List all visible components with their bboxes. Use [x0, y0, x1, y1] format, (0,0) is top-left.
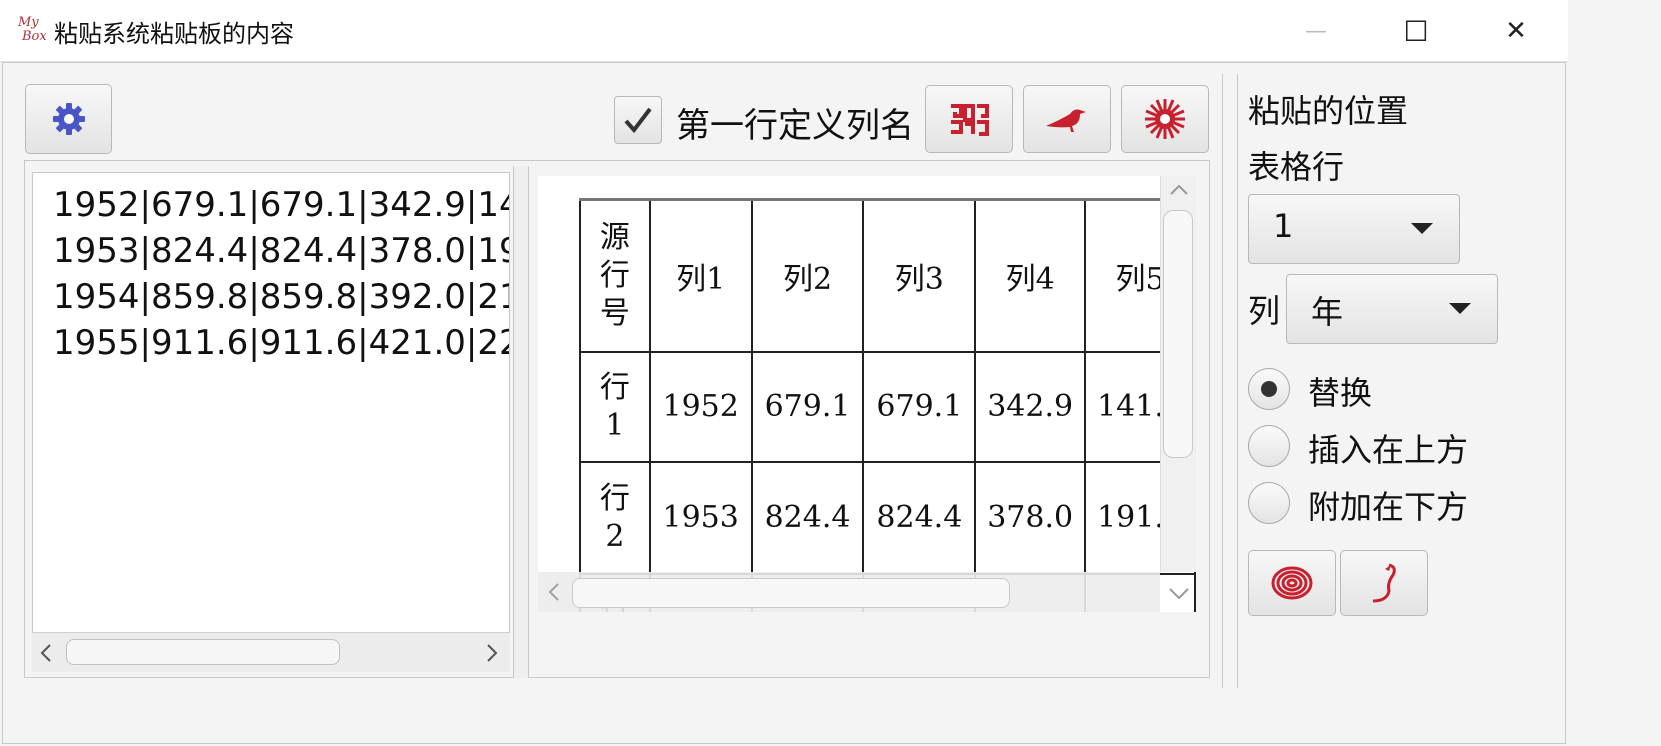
- pattern-icon: [951, 104, 989, 136]
- swirl-icon: [1271, 566, 1313, 600]
- corner-header: 源行号: [579, 198, 651, 353]
- table-cell: 679.1: [750, 350, 865, 463]
- first-row-header-label: 第一行定义列名: [676, 106, 914, 146]
- ok-button[interactable]: [1248, 550, 1336, 616]
- table-header-row: 源行号 列1 列2 列3 列4 列5: [579, 198, 1196, 353]
- radio-button[interactable]: [1248, 482, 1290, 524]
- radio-label: 替换: [1308, 374, 1373, 412]
- window-title: 粘贴系统粘贴板的内容: [54, 20, 294, 48]
- row-header: 行2: [579, 460, 651, 575]
- table-cell: 378.0: [974, 460, 1087, 575]
- preview-table: 源行号 列1 列2 列3 列4 列5 行1 1952 679.1 679.1 3…: [579, 198, 1196, 612]
- text-line: 1955|911.6|911.6|421.0|221.5: [53, 323, 509, 363]
- text-line: 1953|824.4|824.4|378.0|191.6: [53, 231, 509, 271]
- cancel-button[interactable]: [1340, 550, 1428, 616]
- table-cell: 342.9: [974, 350, 1087, 463]
- split-divider[interactable]: [513, 166, 529, 678]
- row-select[interactable]: 1: [1248, 194, 1460, 264]
- radio-button[interactable]: [1248, 368, 1290, 410]
- logo-text-bottom: Box: [22, 29, 47, 44]
- table-cell: 1952: [648, 350, 753, 463]
- minimize-icon: —: [1305, 18, 1327, 44]
- maximize-button[interactable]: ☐: [1386, 8, 1446, 54]
- table-cell: 1953: [648, 460, 753, 575]
- chevron-down-icon: [1449, 303, 1471, 314]
- table-cell: 824.4: [862, 460, 977, 575]
- radio-insert-above[interactable]: 插入在上方: [1248, 425, 1508, 471]
- vertical-scroll-thumb[interactable]: [1163, 210, 1193, 458]
- text-horizontal-scrollbar[interactable]: [32, 632, 510, 672]
- minimize-button[interactable]: —: [1286, 8, 1346, 54]
- radio-append-below[interactable]: 附加在下方: [1248, 482, 1508, 528]
- scroll-right-icon[interactable]: [484, 643, 500, 663]
- radio-label: 插入在上方: [1308, 431, 1469, 469]
- paste-position-heading: 粘贴的位置: [1248, 92, 1409, 130]
- column-header: 列2: [750, 198, 865, 353]
- table-row: 行2 1953 824.4 824.4 378.0 191.6: [579, 460, 1196, 575]
- chevron-down-icon: [1411, 223, 1433, 234]
- maximize-icon: ☐: [1403, 14, 1429, 48]
- radio-replace[interactable]: 替换: [1248, 368, 1508, 414]
- table-row-label: 表格行: [1248, 148, 1345, 186]
- close-icon: ✕: [1505, 16, 1527, 46]
- gear-icon: [52, 103, 85, 135]
- column-select[interactable]: 年: [1286, 274, 1498, 344]
- right-panel-divider[interactable]: [1222, 74, 1238, 688]
- flower-button[interactable]: [1121, 85, 1209, 153]
- scroll-thumb[interactable]: [66, 639, 340, 665]
- title-bar: My Box 粘贴系统粘贴板的内容 — ☐ ✕: [0, 0, 1568, 62]
- column-header: 列3: [862, 198, 977, 353]
- radio-label: 附加在下方: [1308, 488, 1469, 526]
- table-preview: 源行号 列1 列2 列3 列4 列5 行1 1952 679.1 679.1 3…: [538, 176, 1196, 612]
- bird-icon: [1046, 109, 1086, 132]
- row-header-text: 行2: [599, 480, 630, 554]
- row-select-value: 1: [1273, 207, 1294, 245]
- scroll-left-icon[interactable]: [38, 643, 54, 663]
- table-cell: 679.1: [862, 350, 977, 463]
- table-cell: 824.4: [750, 460, 865, 575]
- hook-icon: [1372, 563, 1396, 603]
- column-label: 列: [1248, 292, 1281, 330]
- flower-icon: [1145, 99, 1185, 139]
- bird-button[interactable]: [1023, 85, 1111, 153]
- table-row: 行1 1952 679.1 679.1 342.9 141.1: [579, 350, 1196, 463]
- close-button[interactable]: ✕: [1486, 8, 1546, 54]
- text-line: 1952|679.1|679.1|342.9|141.1: [53, 185, 509, 225]
- settings-button[interactable]: [25, 84, 112, 154]
- row-header: 行1: [579, 350, 651, 463]
- text-line: 1954|859.8|859.8|392.0|210.8: [53, 277, 509, 317]
- first-row-header-checkbox[interactable]: [614, 96, 662, 144]
- row-header-text: 行1: [599, 369, 630, 443]
- corner-header-text: 源行号: [599, 219, 630, 331]
- pattern-button[interactable]: [925, 85, 1013, 153]
- scroll-down-icon[interactable]: [1168, 586, 1190, 602]
- column-select-value: 年: [1311, 293, 1344, 331]
- column-header: 列4: [974, 198, 1087, 353]
- column-header: 列1: [648, 198, 753, 353]
- radio-selected-dot: [1261, 381, 1277, 397]
- clipboard-text-area[interactable]: 1952|679.1|679.1|342.9|141.1 1953|824.4|…: [32, 172, 510, 672]
- scroll-up-icon[interactable]: [1169, 182, 1189, 196]
- checkmark-icon: [624, 107, 652, 134]
- horizontal-scroll-thumb[interactable]: [572, 578, 1010, 608]
- logo-text-top: My: [18, 15, 39, 30]
- app-logo: My Box: [18, 16, 50, 50]
- scroll-left-icon[interactable]: [546, 582, 560, 602]
- radio-button[interactable]: [1248, 425, 1290, 467]
